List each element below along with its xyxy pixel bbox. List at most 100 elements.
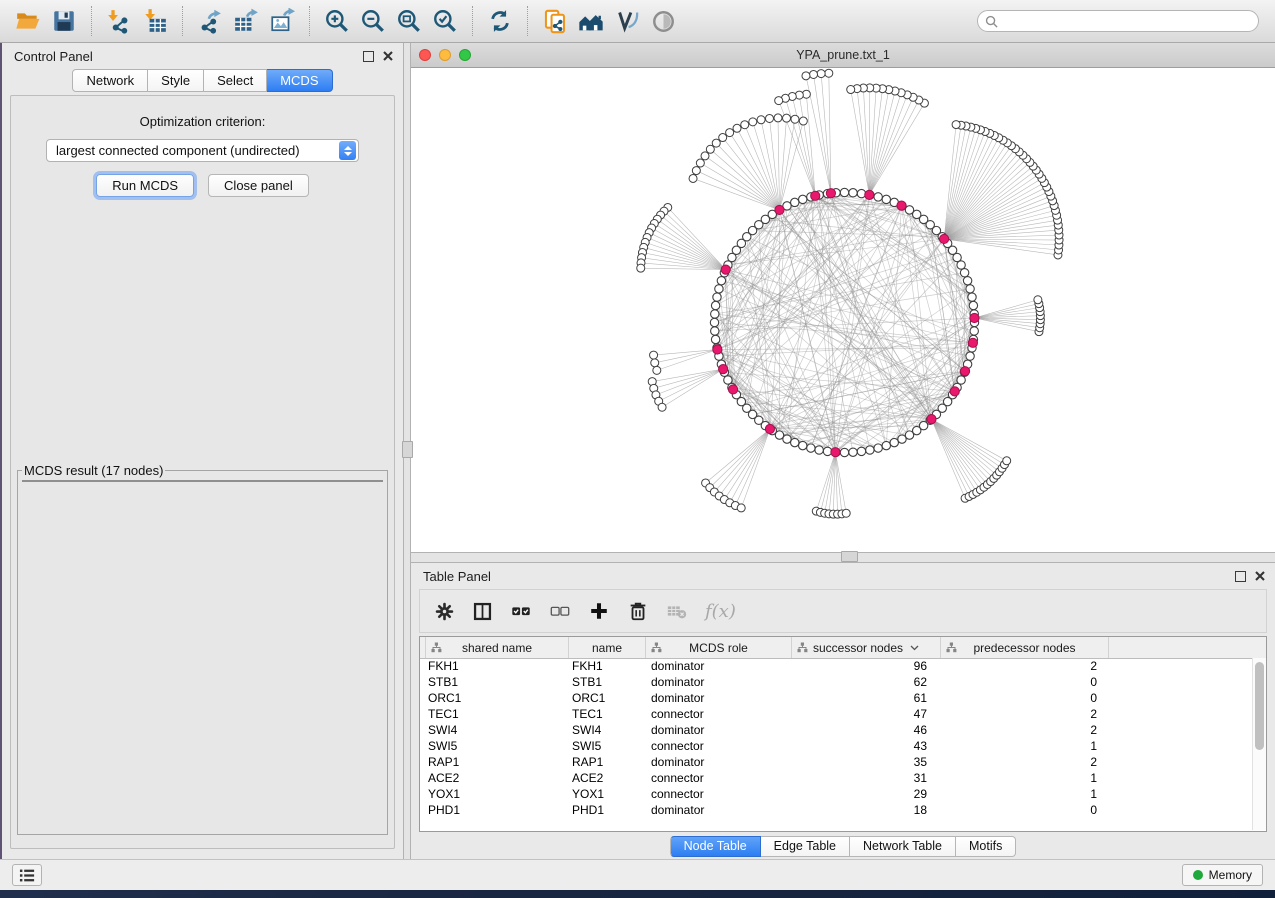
column-settings-gear-icon[interactable]	[434, 601, 455, 622]
share-network-icon[interactable]	[540, 6, 570, 36]
mcds-network-node[interactable]	[721, 265, 730, 274]
mcds-network-node[interactable]	[831, 448, 840, 457]
control-panel-tabs: NetworkStyleSelectMCDS	[2, 69, 403, 95]
float-panel-icon[interactable]	[363, 51, 374, 62]
mcds-network-node[interactable]	[826, 189, 835, 198]
window-maximize-icon[interactable]	[459, 49, 471, 61]
table-cell: 2	[941, 658, 1109, 674]
desktop-wallpaper	[0, 890, 1275, 898]
table-cell: ACE2	[420, 770, 569, 786]
table-cell: 47	[792, 706, 941, 722]
zoom-fit-icon[interactable]	[394, 6, 424, 36]
tab-style[interactable]: Style	[148, 69, 204, 92]
table-cell: ORC1	[420, 690, 569, 706]
mcds-network-node[interactable]	[970, 313, 979, 322]
table-row[interactable]: FKH1FKH1dominator962	[420, 658, 1252, 674]
tab-edge-table[interactable]: Edge Table	[761, 836, 850, 857]
delete-column-icon[interactable]	[627, 600, 649, 622]
mcds-network-node[interactable]	[728, 385, 737, 394]
table-row[interactable]: SWI5SWI5connector431	[420, 738, 1252, 754]
control-panel-title: Control Panel	[14, 49, 93, 64]
network-window-title: YPA_prune.txt_1	[411, 48, 1275, 62]
splitter-grip-icon[interactable]	[841, 551, 858, 562]
mcds-network-node[interactable]	[950, 387, 959, 396]
mcds-network-node[interactable]	[897, 201, 906, 210]
column-header-MCDS-role[interactable]: MCDS role	[646, 637, 792, 658]
save-session-icon[interactable]	[49, 6, 79, 36]
table-cell: SWI5	[420, 738, 569, 754]
table-cell: ORC1	[569, 690, 646, 706]
select-all-rows-icon[interactable]	[510, 600, 532, 622]
export-network-icon[interactable]	[195, 6, 225, 36]
mcds-network-node[interactable]	[968, 338, 977, 347]
node-table[interactable]: shared namenameMCDS rolesuccessor nodesp…	[419, 636, 1267, 832]
vertical-splitter[interactable]	[403, 43, 411, 859]
table-cell: 2	[941, 706, 1109, 722]
memory-button[interactable]: Memory	[1182, 864, 1263, 886]
column-header-shared-name[interactable]: shared name	[426, 637, 569, 658]
window-minimize-icon[interactable]	[439, 49, 451, 61]
tab-network-table[interactable]: Network Table	[850, 836, 956, 857]
main-toolbar	[0, 0, 1275, 43]
mcds-network-node[interactable]	[713, 345, 722, 354]
table-row[interactable]: STB1STB1dominator620	[420, 674, 1252, 690]
function-builder-icon: f(x)	[705, 601, 736, 622]
mcds-network-node[interactable]	[811, 191, 820, 200]
mcds-network-node[interactable]	[939, 234, 948, 243]
mcds-network-node[interactable]	[960, 367, 969, 376]
network-home-icon[interactable]	[576, 6, 606, 36]
table-cell: 0	[941, 690, 1109, 706]
zoom-selected-icon[interactable]	[430, 6, 460, 36]
mcds-network-node[interactable]	[765, 424, 774, 433]
mcds-network-node[interactable]	[775, 205, 784, 214]
toggle-panel-columns-icon[interactable]	[472, 601, 493, 622]
table-row[interactable]: RAP1RAP1dominator352	[420, 754, 1252, 770]
zoom-out-icon[interactable]	[358, 6, 388, 36]
scrollbar-thumb[interactable]	[1255, 662, 1264, 750]
table-cell: TEC1	[420, 706, 569, 722]
column-header-predecessor-nodes[interactable]: predecessor nodes	[941, 637, 1109, 658]
show-graphics-details-icon[interactable]	[648, 6, 678, 36]
refresh-icon[interactable]	[485, 6, 515, 36]
table-row[interactable]: ORC1ORC1dominator610	[420, 690, 1252, 706]
open-file-icon[interactable]	[13, 6, 43, 36]
create-column-icon[interactable]	[588, 600, 610, 622]
column-header-name[interactable]: name	[569, 637, 646, 658]
import-table-icon[interactable]	[140, 6, 170, 36]
column-header-successor-nodes[interactable]: successor nodes	[792, 637, 941, 658]
tab-mcds[interactable]: MCDS	[267, 69, 332, 92]
zoom-in-icon[interactable]	[322, 6, 352, 36]
close-panel-icon[interactable]	[1255, 571, 1265, 581]
table-row[interactable]: ACE2ACE2connector311	[420, 770, 1252, 786]
mcds-network-node[interactable]	[719, 364, 728, 373]
export-image-icon[interactable]	[267, 6, 297, 36]
window-close-icon[interactable]	[419, 49, 431, 61]
tab-network[interactable]: Network	[72, 69, 148, 92]
application-window: Control Panel NetworkStyleSelectMCDS Opt…	[0, 0, 1275, 898]
hide-graphics-details-icon[interactable]	[612, 6, 642, 36]
table-scrollbar[interactable]	[1252, 658, 1266, 830]
criterion-select[interactable]: largest connected component (undirected)	[46, 139, 359, 162]
import-network-icon[interactable]	[104, 6, 134, 36]
table-row[interactable]: PHD1PHD1dominator180	[420, 802, 1252, 818]
table-row[interactable]: TEC1TEC1connector472	[420, 706, 1252, 722]
table-row[interactable]: SWI4SWI4dominator462	[420, 722, 1252, 738]
table-row[interactable]: YOX1YOX1connector291	[420, 786, 1252, 802]
float-panel-icon[interactable]	[1235, 571, 1246, 582]
close-panel-button[interactable]: Close panel	[208, 174, 309, 197]
export-table-icon[interactable]	[231, 6, 261, 36]
horizontal-splitter[interactable]	[411, 552, 1275, 563]
automation-panel-button[interactable]	[12, 864, 42, 886]
tab-motifs[interactable]: Motifs	[956, 836, 1016, 857]
deselect-all-rows-icon[interactable]	[549, 600, 571, 622]
tab-node-table[interactable]: Node Table	[670, 836, 761, 857]
splitter-grip-icon[interactable]	[402, 441, 413, 458]
tab-select[interactable]: Select	[204, 69, 267, 92]
table-cell: dominator	[646, 722, 792, 738]
run-mcds-button[interactable]: Run MCDS	[96, 174, 194, 197]
mcds-network-node[interactable]	[927, 415, 936, 424]
close-panel-icon[interactable]	[383, 51, 393, 61]
network-canvas[interactable]	[411, 68, 1275, 552]
mcds-network-node[interactable]	[865, 190, 874, 199]
search-input[interactable]	[1002, 11, 1258, 31]
